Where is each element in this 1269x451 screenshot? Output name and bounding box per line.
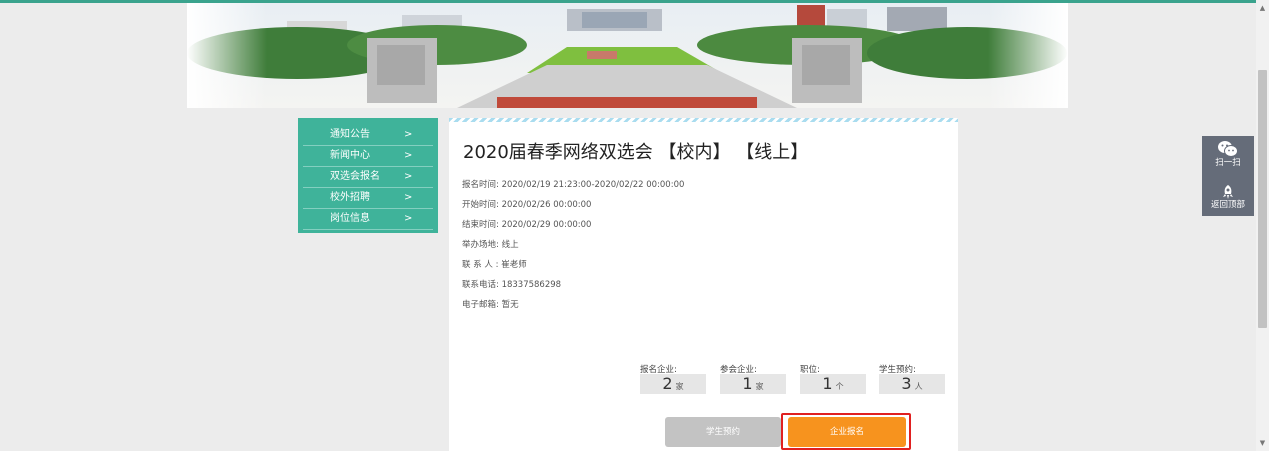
stat-value: 3 xyxy=(901,374,912,393)
stat-box: 3人 xyxy=(879,374,945,394)
stat-unit: 家 xyxy=(755,382,764,391)
sidebar-item-news[interactable]: 新闻中心 > xyxy=(303,146,433,167)
stat-value: 1 xyxy=(742,374,753,393)
fair-detail-panel: 2020届春季网络双选会 【校内】 【线上】 报名时间: 2020/02/19 … xyxy=(449,118,958,451)
floating-toolbar: 扫一扫 返回顶部 xyxy=(1202,136,1254,216)
back-to-top-button[interactable]: 返回顶部 xyxy=(1202,184,1254,224)
panel-top-stripe xyxy=(449,118,958,122)
sidebar-nav: 通知公告 > 新闻中心 > 双选会报名 > 校外招聘 > 岗位信息 > xyxy=(298,118,438,233)
field-label: 联 系 人 : xyxy=(462,260,499,270)
venue: 举办场地: 线上 xyxy=(462,238,519,250)
field-label: 开始时间: xyxy=(462,200,499,210)
chevron-right-icon: > xyxy=(404,192,413,203)
field-value: 2020/02/26 00:00:00 xyxy=(501,200,592,210)
field-value: 2020/02/29 00:00:00 xyxy=(501,220,592,230)
field-value: 线上 xyxy=(501,240,519,250)
back-to-top-label: 返回顶部 xyxy=(1210,200,1245,210)
sidebar-item-job-info[interactable]: 岗位信息 > xyxy=(303,209,433,230)
sidebar-item-label: 新闻中心 xyxy=(330,150,370,161)
scan-qr-button[interactable]: 扫一扫 xyxy=(1202,140,1254,180)
sidebar-item-label: 校外招聘 xyxy=(330,192,370,203)
student-booking-button[interactable]: 学生预约 xyxy=(665,417,781,447)
stat-value: 2 xyxy=(662,374,673,393)
stat-student-bookings: 学生预约: 3人 xyxy=(879,363,945,394)
field-value: 2020/02/19 21:23:00-2020/02/22 00:00:00 xyxy=(501,180,685,190)
campus-banner-image xyxy=(187,3,1068,108)
stat-attending-companies: 参会企业: 1家 xyxy=(720,363,786,394)
stat-unit: 家 xyxy=(675,382,684,391)
stat-registered-companies: 报名企业: 2家 xyxy=(640,363,706,394)
field-label: 结束时间: xyxy=(462,220,499,230)
registration-time: 报名时间: 2020/02/19 21:23:00-2020/02/22 00:… xyxy=(462,178,684,190)
stat-label: 参会企业: xyxy=(720,365,757,375)
field-label: 电子邮箱: xyxy=(462,300,499,310)
rocket-icon xyxy=(1223,185,1233,199)
sidebar-item-external-recruitment[interactable]: 校外招聘 > xyxy=(303,188,433,209)
page-scrollbar[interactable]: ▲ ▼ xyxy=(1256,0,1269,451)
company-registration-button[interactable]: 企业报名 xyxy=(788,417,906,447)
scrollbar-thumb[interactable] xyxy=(1258,70,1267,328)
stat-box: 1家 xyxy=(720,374,786,394)
sidebar-item-label: 岗位信息 xyxy=(330,213,370,224)
stat-label: 学生预约: xyxy=(879,365,916,375)
scan-label: 扫一扫 xyxy=(1215,158,1241,168)
stat-label: 报名企业: xyxy=(640,365,677,375)
field-value: 暂无 xyxy=(501,300,519,310)
field-label: 联系电话: xyxy=(462,280,499,290)
sidebar-item-label: 双选会报名 xyxy=(330,171,380,182)
field-label: 举办场地: xyxy=(462,240,499,250)
contact-email: 电子邮箱: 暂无 xyxy=(462,298,519,310)
stat-box: 2家 xyxy=(640,374,706,394)
field-value: 18337586298 xyxy=(501,280,562,290)
stat-value: 1 xyxy=(822,374,833,393)
scroll-up-icon[interactable]: ▲ xyxy=(1256,2,1269,14)
stat-unit: 个 xyxy=(835,382,844,391)
page-title: 2020届春季网络双选会 【校内】 【线上】 xyxy=(463,142,809,163)
chevron-right-icon: > xyxy=(404,213,413,224)
stat-unit: 人 xyxy=(914,382,923,391)
start-time: 开始时间: 2020/02/26 00:00:00 xyxy=(462,198,591,210)
end-time: 结束时间: 2020/02/29 00:00:00 xyxy=(462,218,591,230)
contact-person: 联 系 人 : 崔老师 xyxy=(462,258,527,270)
sidebar-item-fair-registration[interactable]: 双选会报名 > xyxy=(303,167,433,188)
wechat-icon xyxy=(1218,141,1238,157)
contact-phone: 联系电话: 18337586298 xyxy=(462,278,561,290)
stat-label: 职位: xyxy=(800,365,820,375)
stat-positions: 职位: 1个 xyxy=(800,363,866,394)
scroll-down-icon[interactable]: ▼ xyxy=(1256,437,1269,449)
stat-box: 1个 xyxy=(800,374,866,394)
field-label: 报名时间: xyxy=(462,180,499,190)
field-value: 崔老师 xyxy=(501,260,527,270)
chevron-right-icon: > xyxy=(404,129,413,140)
sidebar-item-label: 通知公告 xyxy=(330,129,370,140)
sidebar-item-notices[interactable]: 通知公告 > xyxy=(303,125,433,146)
chevron-right-icon: > xyxy=(404,171,413,182)
chevron-right-icon: > xyxy=(404,150,413,161)
